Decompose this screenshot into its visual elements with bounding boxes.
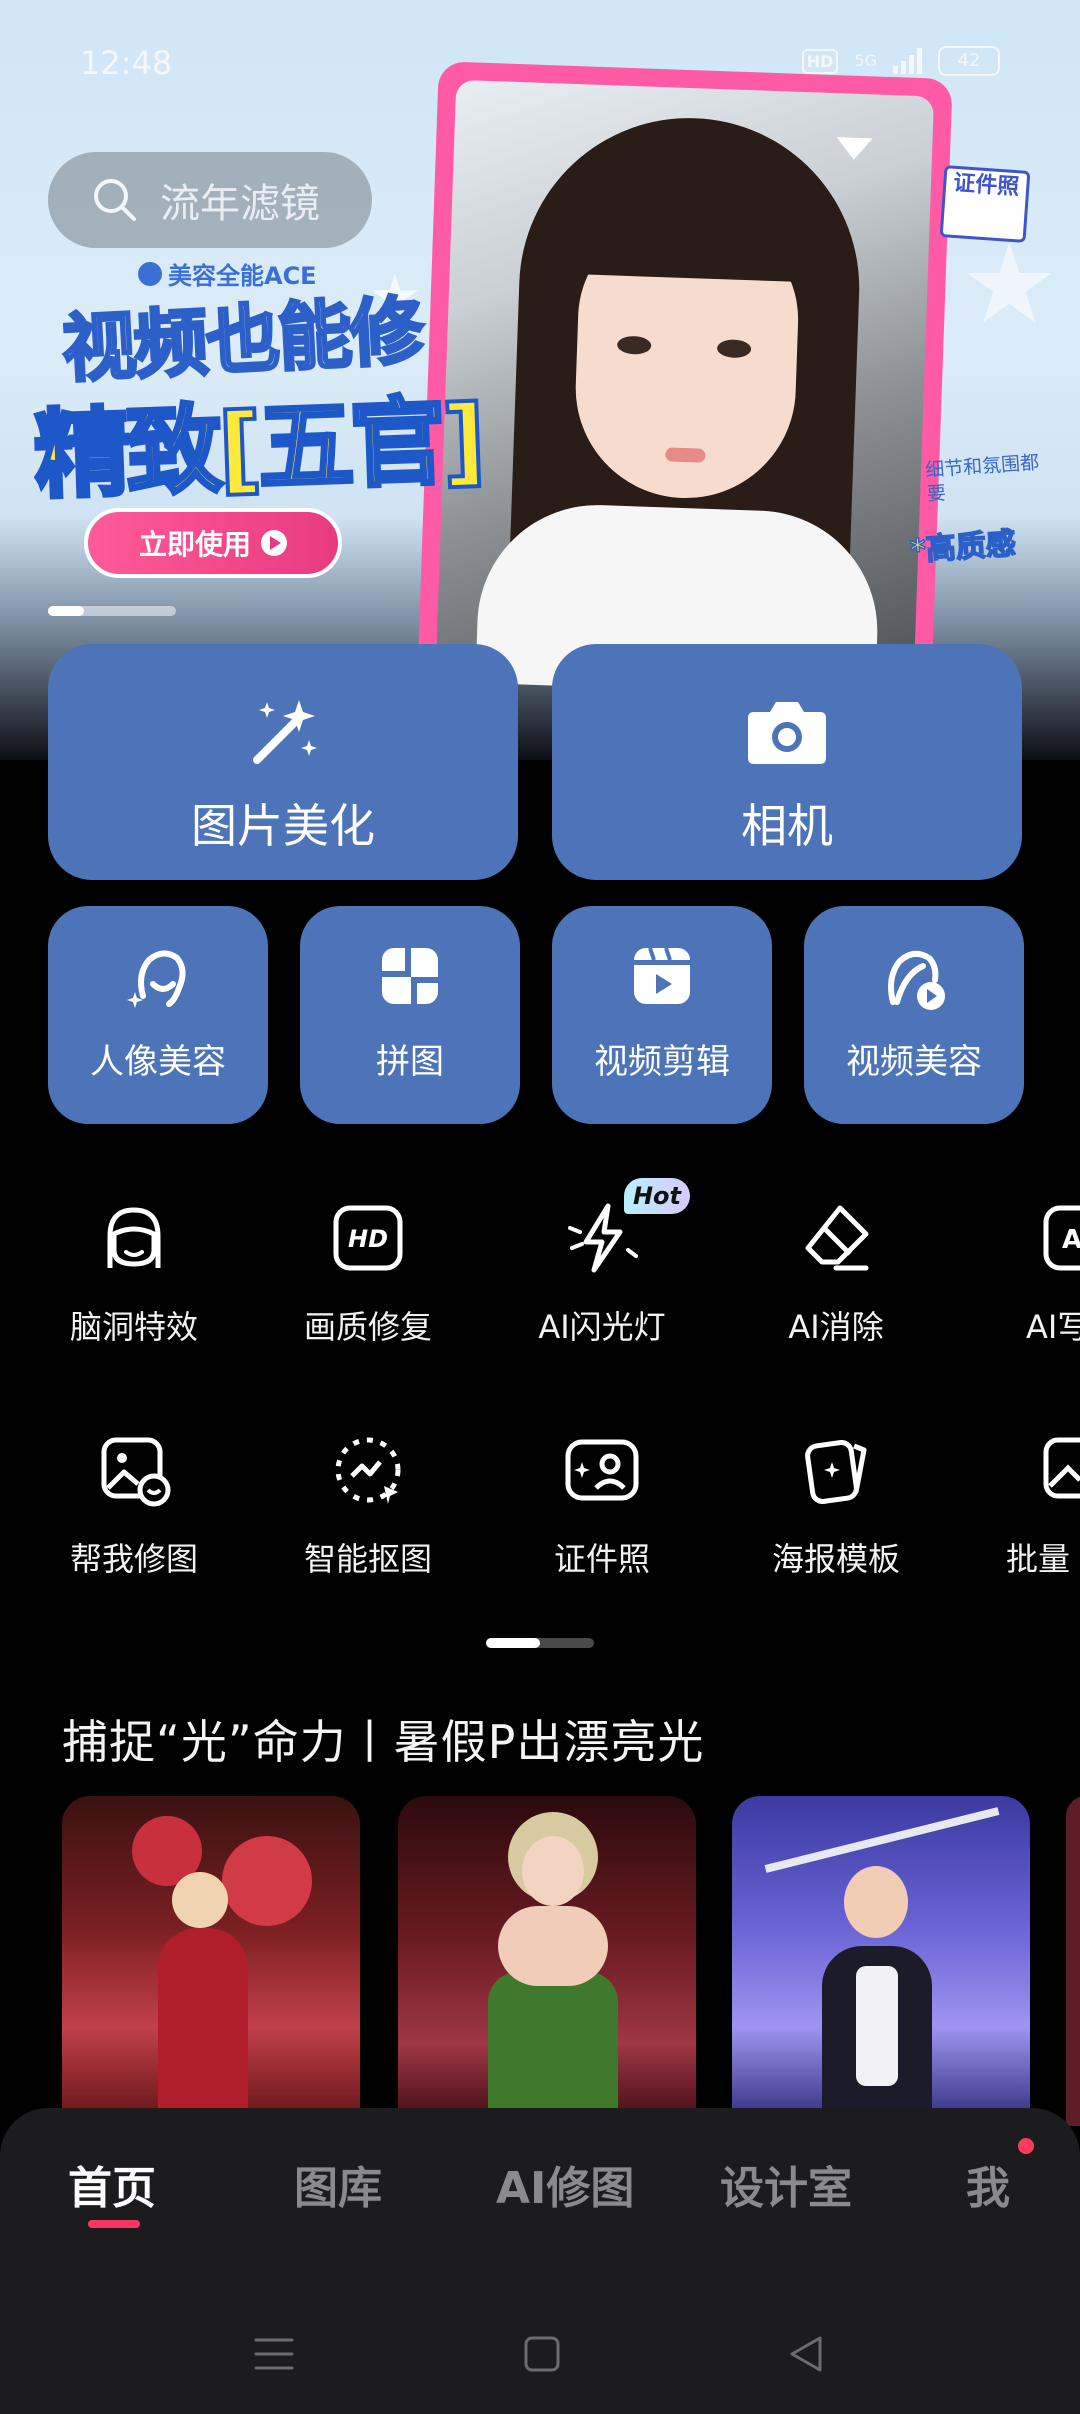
- tool-smart-cutout[interactable]: 智能抠图: [258, 1430, 478, 1600]
- video-beauty-tile[interactable]: 视频美容: [804, 906, 1024, 1124]
- content-card[interactable]: [732, 1796, 1030, 2126]
- network-type: 5G: [854, 51, 877, 70]
- bottom-navigation: 首页 图库 AI修图 设计室 我: [0, 2108, 1080, 2414]
- brand-logo-icon: [138, 261, 162, 286]
- ai-write-icon: A: [1043, 1205, 1080, 1271]
- content-card[interactable]: [62, 1796, 360, 2126]
- search-icon: [94, 179, 136, 221]
- status-icons: HD 5G 42: [801, 46, 1000, 76]
- content-card[interactable]: [398, 1796, 696, 2126]
- svg-text:A: A: [1062, 1225, 1080, 1255]
- tool-batch-edit[interactable]: 批量: [960, 1430, 1080, 1600]
- banner-photo: [417, 61, 953, 699]
- tool-label: 智能抠图: [303, 1540, 432, 1578]
- batch-edit-icon: [1043, 1437, 1080, 1499]
- nav-me[interactable]: 我: [966, 2152, 1010, 2216]
- portrait-sparkle-icon: [127, 950, 186, 1008]
- video-beauty-label: 视频美容: [846, 1042, 982, 1082]
- camera-icon: [748, 702, 826, 764]
- video-edit-label: 视频剪辑: [594, 1042, 730, 1082]
- battery-icon: 42: [938, 46, 1000, 76]
- camera-tile[interactable]: 相机: [552, 644, 1022, 880]
- banner-side-highlight: *高质感: [908, 526, 1018, 570]
- video-beauty-icon: [888, 950, 945, 1010]
- tool-ai-erase[interactable]: AI消除: [726, 1198, 946, 1368]
- smart-cutout-icon: [335, 1437, 401, 1504]
- nav-design-studio[interactable]: 设计室: [720, 2152, 852, 2216]
- photo-beautify-tile[interactable]: 图片美化: [48, 644, 518, 880]
- camera-label: 相机: [741, 799, 833, 853]
- portrait-beauty-tile[interactable]: 人像美容: [48, 906, 268, 1124]
- video-edit-tile[interactable]: 视频剪辑: [552, 906, 772, 1124]
- hd-repair-icon: HD: [333, 1205, 403, 1271]
- collage-tile[interactable]: 拼图: [300, 906, 520, 1124]
- hd-voice-icon: HD: [801, 48, 839, 74]
- nav-home[interactable]: 首页: [68, 2152, 156, 2216]
- tool-hd-repair[interactable]: HD 画质修复: [258, 1198, 478, 1368]
- menu-icon[interactable]: [252, 2334, 296, 2374]
- photo-beautify-label: 图片美化: [191, 799, 375, 853]
- search-bar[interactable]: 流年滤镜: [48, 152, 372, 248]
- id-photo-badge: 证件照: [939, 165, 1031, 243]
- tool-label: 海报模板: [771, 1540, 900, 1578]
- tool-poster-template[interactable]: 海报模板: [726, 1430, 946, 1600]
- tool-label: AI写: [1026, 1308, 1080, 1346]
- tool-label: 帮我修图: [69, 1540, 198, 1578]
- banner-pager: [48, 606, 176, 616]
- video-edit-icon: [634, 947, 690, 1004]
- banner-side-note: 细节和氛围都要: [924, 451, 1040, 506]
- back-icon[interactable]: [786, 2334, 826, 2374]
- hot-badge: Hot: [624, 1178, 690, 1214]
- search-placeholder: 流年滤镜: [160, 181, 320, 227]
- tool-label: 画质修复: [303, 1308, 432, 1346]
- tool-label: 脑洞特效: [69, 1308, 198, 1346]
- content-card[interactable]: [1066, 1796, 1080, 2126]
- tool-ai-flash[interactable]: AI闪光灯: [492, 1198, 712, 1368]
- svg-text:HD: HD: [348, 1225, 388, 1253]
- use-now-label: 立即使用: [138, 528, 251, 561]
- eraser-icon: [805, 1205, 869, 1271]
- face-effect-icon: [107, 1207, 161, 1268]
- tool-grid-page-indicator: [486, 1638, 594, 1648]
- nav-active-indicator: [88, 2220, 140, 2228]
- tool-id-photo[interactable]: 证件照: [492, 1430, 712, 1600]
- magic-wand-icon: [253, 700, 317, 764]
- nav-gallery[interactable]: 图库: [294, 2152, 382, 2216]
- triangle-marker-icon: [835, 137, 873, 161]
- tool-ai-write[interactable]: A AI写: [960, 1198, 1080, 1368]
- id-photo-icon: [565, 1439, 639, 1501]
- notification-dot: [1018, 2138, 1034, 2154]
- status-time: 12:48: [80, 44, 173, 82]
- section-title: 捕捉“光”命力丨暑假P出漂亮光: [62, 1715, 705, 1769]
- collage-label: 拼图: [376, 1042, 444, 1082]
- poster-template-icon: [805, 1440, 867, 1504]
- collage-icon: [382, 948, 438, 1004]
- tool-label: AI消除: [788, 1308, 884, 1346]
- home-button-icon[interactable]: [522, 2334, 562, 2374]
- photo-help-icon: [101, 1437, 171, 1507]
- tool-label: 批量: [1006, 1540, 1071, 1578]
- nav-ai-edit[interactable]: AI修图: [496, 2152, 634, 2216]
- tool-label: 证件照: [553, 1540, 650, 1578]
- use-now-button[interactable]: 立即使用: [84, 508, 342, 578]
- tool-help-edit[interactable]: 帮我修图: [24, 1430, 244, 1600]
- tool-label: AI闪光灯: [538, 1308, 666, 1346]
- portrait-beauty-label: 人像美容: [90, 1042, 226, 1082]
- tool-brain-effect[interactable]: 脑洞特效: [24, 1198, 244, 1368]
- signal-icon: [893, 48, 922, 74]
- banner-headline-2: 精致[五官]: [30, 382, 485, 514]
- play-icon: [261, 530, 287, 556]
